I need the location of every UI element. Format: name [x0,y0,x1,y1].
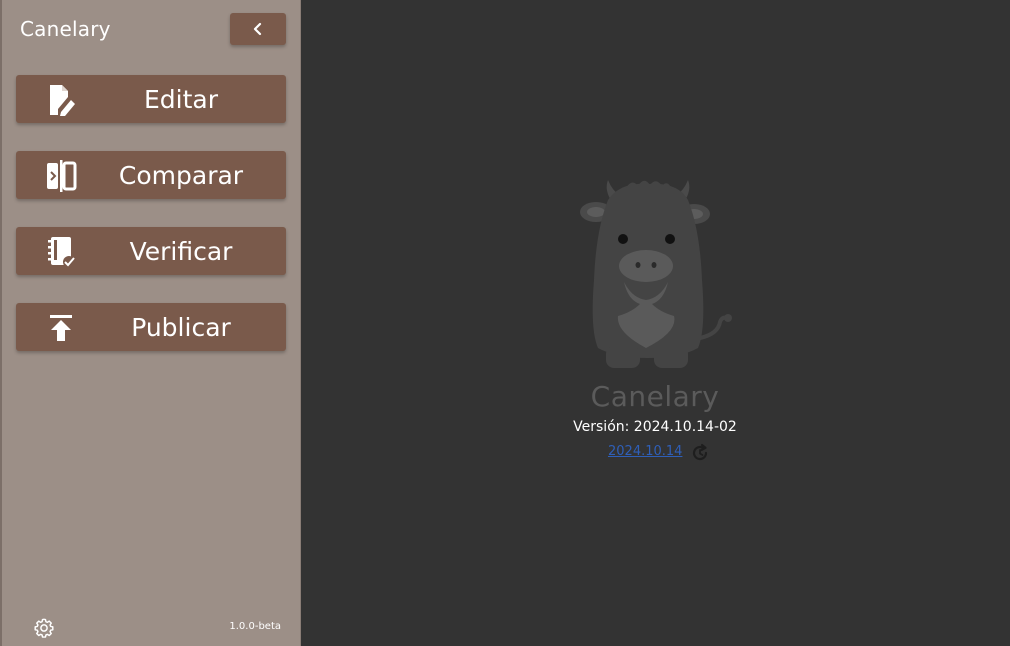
refresh-icon[interactable] [690,443,710,463]
app-version-label: 1.0.0-beta [229,621,281,632]
collapse-sidebar-button[interactable] [230,13,286,45]
nav-button-comparar[interactable]: Comparar [16,151,286,199]
main-version-text: Versión: 2024.10.14-02 [573,419,737,435]
edit-document-icon [44,83,78,117]
gear-icon[interactable] [33,617,55,639]
cow-mascot-logo [560,170,750,384]
nav-button-verificar[interactable]: Verificar [16,227,286,275]
nav-button-publicar[interactable]: Publicar [16,303,286,351]
main-app-name: Canelary [590,380,720,413]
nav-label-verificar: Verificar [129,236,233,266]
verify-notebook-icon [44,235,78,269]
sidebar: Canelary Editar Comparar Verificar Publi… [0,0,301,646]
nav-label-publicar: Publicar [131,312,231,342]
nav-label-editar: Editar [143,84,218,114]
nav-label-comparar: Comparar [118,160,244,190]
compare-icon [44,159,78,193]
nav-button-editar[interactable]: Editar [16,75,286,123]
sidebar-edge [0,0,2,646]
chevron-left-icon [253,22,262,36]
sidebar-title: Canelary [20,17,111,41]
update-version-link[interactable]: 2024.10.14 [608,444,682,459]
upload-icon [44,311,78,345]
